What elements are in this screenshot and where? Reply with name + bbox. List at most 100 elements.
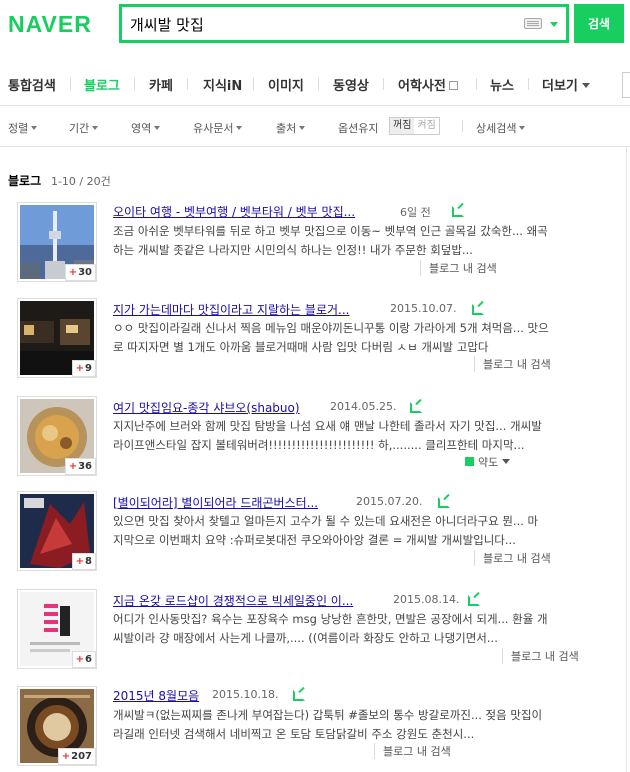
side-panel-toggle[interactable] [622,72,630,98]
option-keep-label: 옵션유지 [338,122,379,135]
tab-divider [187,78,188,90]
filter-sort-label: 정렬 [8,122,29,135]
tab-image[interactable]: 이미지 [268,75,304,94]
result-date: 2014.05.25. [330,400,397,413]
snippet-line: 지지난주에 브러와 함께 맛집 탐방을 나섬 요새 얘 맨날 나한테 졸라서 자… [113,419,542,433]
naver-logo[interactable]: NAVER [8,11,92,38]
blog-inner-search-link[interactable]: 블로그 내 검색 [374,743,451,759]
image-count: 6 [85,654,92,665]
share-icon[interactable] [438,497,450,508]
snippet-line: 라길래 인터넷 검색해서 네비찍고 온 토담 토담닭갈비 주소 강원도 춘천시.… [113,727,475,741]
blog-inner-search-link[interactable]: 블로그 내 검색 [474,550,551,566]
tab-divider [134,78,135,90]
tab-divider [528,78,529,90]
result-date: 6일 전 [400,206,431,219]
result-title[interactable]: 여기 맛집임요-종각 샤브오(shabuo) [113,399,300,416]
tab-dictionary[interactable]: 어학사전 [398,75,458,94]
caret-down-icon [154,126,161,130]
filter-detail-label: 상세검색 [476,122,517,135]
result-title[interactable]: 2015년 8월모음 [113,687,199,704]
chevron-down-icon [502,459,511,464]
search-input[interactable] [130,13,510,35]
caret-down-icon [519,126,526,130]
image-count: 36 [78,461,92,472]
snippet-line: 지막으로 이번패치 요약 :슈퍼로봇대전 쿠오와아아앙 결론 = 개씨발 개씨발… [113,533,516,547]
share-icon[interactable] [293,690,305,701]
tab-integrated[interactable]: 통합검색 [8,75,56,94]
option-off[interactable]: 꺼짐 [390,118,415,134]
result-title[interactable]: 지가 가는데마다 맛집이라고 지랄하는 블로거... [113,301,349,318]
filter-area[interactable]: 영역 [131,120,161,136]
image-count-badge: +36 [64,458,96,475]
result-snippet: 개씨발ㅋ(없는찌찌를 존나게 부여잡는다) 갑툭튀 #졸보의 통수 방갈로까진.… [113,706,593,744]
image-count: 207 [71,751,92,762]
result-snippet: 있으면 맛집 찾아서 찾텔고 얼마든지 고수가 될 수 있는데 요새전은 아니더… [113,512,593,550]
result-thumbnail[interactable]: +9 [17,298,97,378]
image-count-badge: +207 [57,748,96,765]
search-button[interactable]: 검색 [574,4,624,43]
caret-down-icon [299,126,306,130]
search-tabs: 통합검색 블로그 카페 지식iN 이미지 동영상 어학사전 뉴스 더보기 [0,62,630,106]
caret-down-icon [236,126,243,130]
result-snippet: 조금 아쉬운 벳부타워를 뒤로 하고 벳부 맛집으로 이동~ 벳부역 인근 골목… [113,222,593,260]
option-on[interactable]: 켜짐 [414,118,438,134]
result-title[interactable]: 오이타 여행 - 벳부여행 / 벳부타워 / 벳부 맛집... [113,203,355,220]
tab-divider [70,78,71,90]
filter-source[interactable]: 출처 [276,120,306,136]
search-box[interactable] [119,4,569,43]
snippet-line: ㅇㅇ 맛집이라길래 신나서 찍음 메뉴임 매운야끼돈니꾸통 이랑 가라아게 5개… [113,321,549,335]
result-snippet: 어디가 인사동맛집? 육수는 포장육수 msg 낭낭한 흔한맛, 면발은 공장에… [113,610,593,648]
tab-video[interactable]: 동영상 [333,75,369,94]
tab-kin[interactable]: 지식iN [203,75,242,94]
filter-source-label: 출처 [276,122,297,135]
filter-similar[interactable]: 유사문서 [193,120,243,136]
filter-sort[interactable]: 정렬 [8,120,38,136]
filter-area-label: 영역 [131,122,152,135]
share-icon[interactable] [468,595,480,606]
filter-detail-search[interactable]: 상세검색 [476,120,526,136]
content-divider [626,147,627,772]
filter-period[interactable]: 기간 [69,120,99,136]
tab-more-label: 더보기 [542,79,578,94]
result-date: 2015.10.07. [390,302,457,315]
image-count-badge: +6 [71,651,96,668]
tab-cafe[interactable]: 카페 [149,75,173,94]
image-count-badge: +30 [64,264,96,281]
share-icon[interactable] [410,402,422,413]
blog-inner-search-link[interactable]: 블로그 내 검색 [502,648,579,664]
blog-inner-search-link[interactable]: 블로그 내 검색 [420,260,497,276]
tab-divider [476,78,477,90]
share-icon[interactable] [452,206,464,217]
result-count: 1-10 / 20건 [50,175,111,188]
tab-blog[interactable]: 블로그 [84,75,120,94]
keyboard-icon[interactable] [524,18,542,29]
result-thumbnail[interactable]: +8 [17,491,97,571]
section-title: 블로그 [8,174,42,188]
map-link[interactable]: 약도 [465,454,511,470]
tab-news[interactable]: 뉴스 [490,75,514,94]
snippet-line: 개씨발ㅋ(없는찌찌를 존나게 부여잡는다) 갑툭튀 #졸보의 통수 방갈로까진.… [113,708,543,722]
result-thumbnail[interactable]: +36 [17,396,97,476]
search-header: NAVER 검색 [0,0,630,62]
result-thumbnail[interactable]: +30 [17,202,97,282]
image-count: 8 [85,556,92,567]
result-date: 2015.08.14. [393,593,460,606]
chevron-down-icon [581,83,590,88]
result-title[interactable]: 지금 온갖 로드샵이 경쟁적으로 빅세일중인 이... [113,592,353,609]
map-icon [465,457,474,466]
tab-dictionary-label: 어학사전 [398,79,446,94]
option-keep-toggle[interactable]: 꺼짐 켜짐 [389,117,440,135]
filter-period-label: 기간 [69,122,90,135]
result-title[interactable]: [별이되어라] 별이되어라 드래곤버스터... [113,494,318,511]
result-thumbnail[interactable]: +6 [17,589,97,669]
result-thumbnail[interactable]: +207 [17,686,97,766]
snippet-line: 조금 아쉬운 벳부타워를 뒤로 하고 벳부 맛집으로 이동~ 벳부역 인근 골목… [113,224,548,238]
image-count-badge: +8 [71,553,96,570]
image-count: 30 [78,267,92,278]
autocomplete-dropdown-icon[interactable] [550,22,558,27]
tab-divider [318,78,319,90]
share-icon[interactable] [472,304,484,315]
tab-more[interactable]: 더보기 [542,75,590,94]
filter-similar-label: 유사문서 [193,122,234,135]
blog-inner-search-link[interactable]: 블로그 내 검색 [474,356,551,372]
